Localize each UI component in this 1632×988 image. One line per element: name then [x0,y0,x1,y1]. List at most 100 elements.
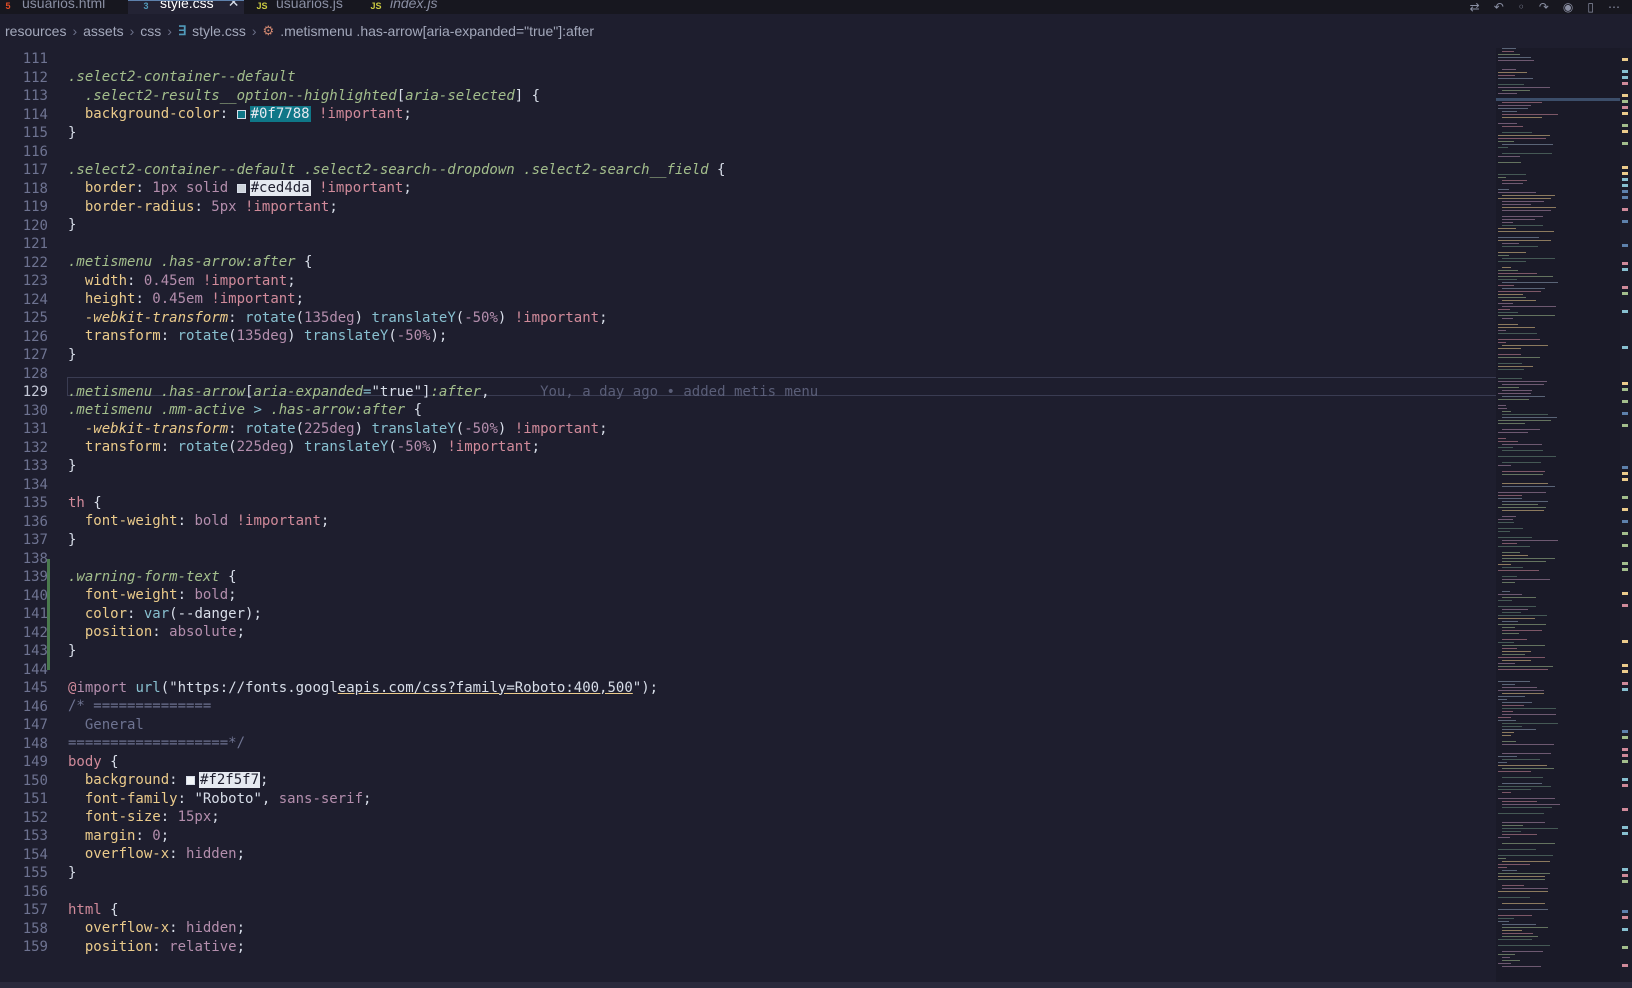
minimap-line [1502,711,1513,712]
tab-usuarios-js[interactable]: JS usuarios.js [244,0,358,14]
tab-usuarios-html[interactable]: 5 usuarios.html [0,0,128,14]
breadcrumb-item[interactable]: resources [5,23,66,39]
minimap-line [1502,744,1554,745]
minimap-line [1502,951,1544,952]
minimap-line [1498,441,1519,442]
scrollbar-marker [1622,178,1628,181]
scrollbar-marker [1622,910,1628,913]
line-number: 144 [22,661,48,678]
minimap-line [1498,366,1533,367]
breadcrumb-item[interactable]: css [140,23,161,39]
minimap-line [1502,639,1527,640]
color-swatch[interactable] [236,184,246,193]
line-number: 130 [22,402,48,419]
minimap-line [1502,243,1519,244]
tab-index-js[interactable]: JS index.js [358,0,476,14]
code-content[interactable]: .select2-container--default .select2-res… [68,48,1488,982]
code-line: html { [68,901,119,918]
color-swatch[interactable] [236,110,246,119]
more-actions-icon[interactable]: ⋯ [1608,0,1620,14]
minimap-line [1502,924,1536,925]
minimap-line [1498,624,1547,625]
close-icon[interactable]: ✕ [228,0,240,11]
git-compare-icon[interactable]: ⇄ [1470,0,1480,14]
minimap-line [1502,462,1541,463]
line-number: 133 [22,458,48,474]
js-icon: JS [370,1,382,11]
minimap-line [1498,864,1531,865]
go-back-icon[interactable]: ↶ [1494,0,1504,14]
git-commit-icon[interactable]: ◦ [1518,0,1525,14]
code-line: /* ============== [68,698,212,714]
minimap-line [1498,498,1522,499]
code-line: .select2-results__option--highlighted[ar… [84,87,541,104]
minimap-line [1502,732,1515,733]
minimap-line [1498,939,1532,940]
minimap-line [1502,888,1549,889]
line-number: 124 [22,291,48,308]
minimap-line [1498,642,1514,643]
code-editor[interactable]: 1101111121131141151161171181191201211221… [0,48,1632,982]
tab-style-css[interactable]: 3 style.css ✕ [128,0,244,14]
scrollbar-marker [1622,190,1628,193]
minimap[interactable] [1496,48,1620,982]
minimap-line [1502,51,1514,52]
scrollbar-marker [1622,664,1628,667]
minimap-line [1498,192,1537,193]
scrollbar-marker [1622,106,1628,109]
scrollbar-marker [1622,832,1628,835]
scrollbar-marker [1622,70,1628,73]
scrollbar-marker [1622,124,1628,127]
minimap-line [1498,696,1525,697]
minimap-line [1498,393,1531,394]
go-forward-icon[interactable]: ↷ [1539,0,1549,14]
line-number: 143 [22,643,48,659]
minimap-line [1498,78,1534,79]
code-line: margin: 0; [84,827,170,844]
minimap-line [1498,270,1518,271]
line-number: 138 [22,550,48,567]
breadcrumb-item[interactable]: assets [83,23,123,39]
minimap-line [1498,849,1536,850]
scrollbar-marker [1622,166,1628,169]
breadcrumb-item[interactable]: style.css [192,23,246,39]
color-swatch[interactable] [186,776,196,785]
minimap-viewport[interactable] [1496,98,1620,101]
split-editor-icon[interactable]: ▯ [1587,0,1594,14]
line-number: 146 [22,698,48,715]
minimap-line [1498,666,1554,667]
code-line: font-weight: bold; [84,587,237,603]
minimap-line [1498,909,1549,910]
code-line: -webkit-transform: rotate(225deg) transl… [84,420,608,437]
scrollbar-marker [1622,196,1628,199]
minimap-line [1498,72,1527,73]
minimap-line [1502,306,1557,307]
minimap-line [1498,84,1524,85]
minimap-line [1502,90,1531,91]
minimap-line [1498,963,1512,964]
minimap-line [1498,786,1552,787]
minimap-line [1502,219,1536,220]
scrollbar-marker [1622,472,1628,475]
line-number: 139 [22,569,48,585]
minimap-line [1502,390,1532,391]
git-graph-icon[interactable]: ◉ [1563,0,1573,14]
scrollbar-marker [1622,682,1628,685]
vertical-scrollbar[interactable] [1620,48,1632,982]
minimap-line [1498,399,1529,400]
minimap-line [1498,309,1511,310]
minimap-line [1502,504,1538,505]
scrollbar-marker [1622,562,1628,565]
line-number: 149 [22,754,48,770]
minimap-line [1498,228,1516,229]
breadcrumb-symbol[interactable]: .metismenu .has-arrow[aria-expanded="tru… [280,23,594,39]
code-line: .warning-form-text { [68,568,237,585]
minimap-line [1502,288,1546,289]
minimap-line [1502,510,1545,511]
minimap-line [1498,378,1523,379]
minimap-line [1502,966,1541,967]
tab-label: usuarios.js [276,0,343,11]
code-line: transform: rotate(135deg) translateY(-50… [84,328,448,344]
minimap-line [1498,522,1515,523]
code-line: background-color: #0f7788 !important; [84,106,412,122]
